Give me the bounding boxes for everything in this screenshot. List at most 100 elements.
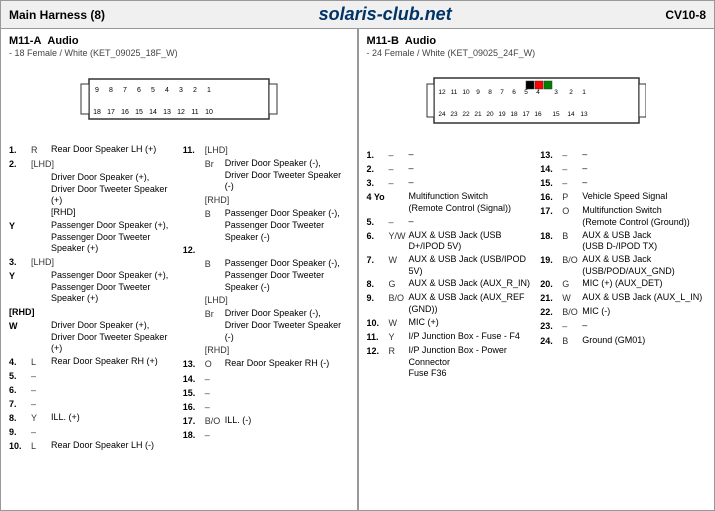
panel-a-right-col: 11. [LHD] Br Driver Door Speaker (-),Dri… bbox=[183, 144, 349, 454]
svg-text:8: 8 bbox=[109, 87, 113, 94]
connector-b-diagram: 12 11 10 9 8 7 6 5 4 3 2 1 24 23 22 21 bbox=[367, 64, 707, 139]
svg-text:10: 10 bbox=[205, 109, 213, 116]
pin-row-12a: B Passenger Door Speaker (-),Passenger D… bbox=[183, 258, 349, 293]
svg-text:20: 20 bbox=[487, 111, 495, 118]
pin-b-row-21: 21. W AUX & USB Jack (AUX_L_IN) bbox=[540, 292, 706, 305]
svg-text:1: 1 bbox=[582, 89, 586, 96]
pin-row-y1: Y Passenger Door Speaker (+),Passenger D… bbox=[9, 220, 175, 255]
pin-row-12b: [LHD] bbox=[183, 294, 349, 307]
pin-row-6: 6. – bbox=[9, 384, 175, 397]
svg-text:4: 4 bbox=[165, 87, 169, 94]
pin-b-row-5: 5. – – bbox=[367, 216, 533, 229]
svg-text:23: 23 bbox=[451, 111, 459, 118]
pin-b-row-20: 20. G MIC (+) (AUX_DET) bbox=[540, 278, 706, 291]
header: Main Harness (8) solaris-club.net CV10-8 bbox=[1, 1, 714, 29]
pin-b-row-16: 16. P Vehicle Speed Signal bbox=[540, 191, 706, 204]
pin-row-17: 17. B/O ILL. (-) bbox=[183, 415, 349, 428]
pin-b-row-24: 24. B Ground (GM01) bbox=[540, 335, 706, 348]
svg-text:7: 7 bbox=[123, 87, 127, 94]
pin-b-row-17: 17. O Multifunction Switch(Remote Contro… bbox=[540, 205, 706, 228]
svg-text:13: 13 bbox=[581, 111, 589, 118]
svg-text:1: 1 bbox=[207, 87, 211, 94]
pin-row-9: 9. – bbox=[9, 426, 175, 439]
svg-text:16: 16 bbox=[535, 111, 543, 118]
pin-row-18: 18. – bbox=[183, 429, 349, 442]
connector-b-svg: 12 11 10 9 8 7 6 5 4 3 2 1 24 23 22 21 bbox=[426, 64, 646, 139]
pin-row-12d: [RHD] bbox=[183, 344, 349, 357]
pin-row-7: 7. – bbox=[9, 398, 175, 411]
pin-b-row-12: 12. R I/P Junction Box - Power Connector… bbox=[367, 345, 533, 380]
pin-b-row-15: 15. – – bbox=[540, 177, 706, 190]
panel-b-title: Audio bbox=[405, 35, 436, 47]
panel-b-subtitle: - 24 Female / White (KET_09025_24F_W) bbox=[367, 48, 707, 58]
svg-text:2: 2 bbox=[569, 89, 573, 96]
svg-text:15: 15 bbox=[553, 111, 561, 118]
pin-row-3: 3. [LHD] bbox=[9, 256, 175, 269]
pin-row-5: 5. – bbox=[9, 370, 175, 383]
panel-b-left-col: 1. – – 2. – – 3. – – 4 Yo bbox=[367, 149, 533, 381]
panel-m11b: M11-B Audio - 24 Female / White (KET_090… bbox=[359, 29, 715, 510]
pin-b-row-9: 9. B/O AUX & USB Jack (AUX_REF (GND)) bbox=[367, 292, 533, 315]
pin-row-11a: Br Driver Door Speaker (-),Driver Door T… bbox=[183, 158, 349, 193]
pin-row-4: 4. L Rear Door Speaker RH (+) bbox=[9, 356, 175, 369]
panel-a-pin-table: 1. R Rear Door Speaker LH (+) 2. [LHD] D… bbox=[9, 144, 349, 454]
pin-b-row-22: 22. B/O MIC (-) bbox=[540, 306, 706, 319]
svg-text:9: 9 bbox=[95, 87, 99, 94]
pin-b-row-10: 10. W MIC (+) bbox=[367, 317, 533, 330]
svg-text:16: 16 bbox=[121, 109, 129, 116]
pin-row-11c: B Passenger Door Speaker (-),Passenger D… bbox=[183, 208, 349, 243]
pin-row-10: 10. L Rear Door Speaker LH (-) bbox=[9, 440, 175, 453]
pin-row-16: 16. – bbox=[183, 401, 349, 414]
pin-row-2a: Driver Door Speaker (+),Driver Door Twee… bbox=[9, 172, 175, 219]
pin-b-row-14: 14. – – bbox=[540, 163, 706, 176]
svg-text:10: 10 bbox=[463, 89, 471, 96]
pin-row-1: 1. R Rear Door Speaker LH (+) bbox=[9, 144, 175, 157]
svg-text:3: 3 bbox=[179, 87, 183, 94]
pin-row-3b: [RHD] bbox=[9, 306, 175, 319]
pin-b-row-8: 8. G AUX & USB Jack (AUX_R_IN) bbox=[367, 278, 533, 291]
content-area: M11-A Audio - 18 Female / White (KET_090… bbox=[1, 29, 714, 510]
pin-b-row-19: 19. B/O AUX & USB Jack(USB/POD/AUX_GND) bbox=[540, 254, 706, 277]
connector-a-svg: 9 8 7 6 5 4 3 2 1 18 17 16 15 14 13 12 bbox=[79, 64, 279, 134]
svg-text:19: 19 bbox=[499, 111, 507, 118]
pin-row-14: 14. – bbox=[183, 373, 349, 386]
connector-a-diagram: 9 8 7 6 5 4 3 2 1 18 17 16 15 14 13 12 bbox=[9, 64, 349, 134]
svg-text:22: 22 bbox=[463, 111, 471, 118]
pin-b-row-4: 4 Yo Multifunction Switch(Remote Control… bbox=[367, 191, 533, 214]
pin-row-3a: Y Passenger Door Speaker (+),Passenger D… bbox=[9, 270, 175, 305]
pin-b-row-2: 2. – – bbox=[367, 163, 533, 176]
svg-text:17: 17 bbox=[523, 111, 531, 118]
pin-b-row-7: 7. W AUX & USB Jack (USB/IPOD 5V) bbox=[367, 254, 533, 277]
svg-text:3: 3 bbox=[554, 89, 558, 96]
panel-a-left-col: 1. R Rear Door Speaker LH (+) 2. [LHD] D… bbox=[9, 144, 175, 454]
svg-text:7: 7 bbox=[500, 89, 504, 96]
svg-text:5: 5 bbox=[151, 87, 155, 94]
header-code: CV10-8 bbox=[665, 8, 706, 22]
pin-row-13: 13. O Rear Door Speaker RH (-) bbox=[183, 358, 349, 371]
panel-a-subtitle: - 18 Female / White (KET_09025_18F_W) bbox=[9, 48, 349, 58]
svg-text:12: 12 bbox=[177, 109, 185, 116]
svg-text:6: 6 bbox=[137, 87, 141, 94]
svg-text:15: 15 bbox=[135, 109, 143, 116]
pin-b-row-3: 3. – – bbox=[367, 177, 533, 190]
pin-b-row-18: 18. B AUX & USB Jack(USB D-/IPOD TX) bbox=[540, 230, 706, 253]
svg-text:24: 24 bbox=[439, 111, 447, 118]
pin-row-11b: [RHD] bbox=[183, 194, 349, 207]
svg-text:8: 8 bbox=[488, 89, 492, 96]
pin-b-row-23: 23. – – bbox=[540, 320, 706, 333]
svg-text:12: 12 bbox=[439, 89, 447, 96]
panel-m11a: M11-A Audio - 18 Female / White (KET_090… bbox=[1, 29, 358, 510]
svg-text:18: 18 bbox=[511, 111, 519, 118]
panel-a-id: M11-A bbox=[9, 35, 41, 47]
pin-row-3c: W Driver Door Speaker (+),Driver Door Tw… bbox=[9, 320, 175, 355]
panel-b-right-col: 13. – – 14. – – 15. – – 16 bbox=[540, 149, 706, 381]
svg-text:6: 6 bbox=[512, 89, 516, 96]
pin-row-8: 8. Y ILL. (+) bbox=[9, 412, 175, 425]
header-site: solaris-club.net bbox=[319, 4, 452, 25]
svg-text:21: 21 bbox=[475, 111, 483, 118]
panel-b-pin-table: 1. – – 2. – – 3. – – 4 Yo bbox=[367, 149, 707, 381]
pin-row-11: 11. [LHD] bbox=[183, 144, 349, 157]
svg-text:2: 2 bbox=[193, 87, 197, 94]
svg-text:13: 13 bbox=[163, 109, 171, 116]
panel-a-title: Audio bbox=[47, 35, 78, 47]
